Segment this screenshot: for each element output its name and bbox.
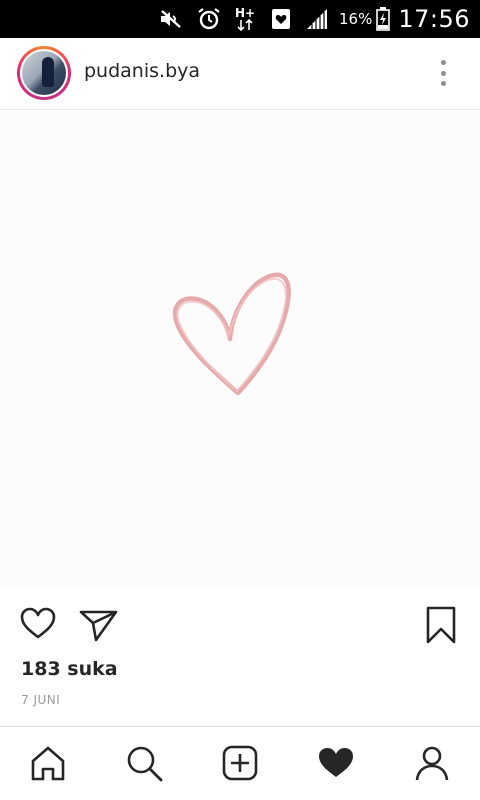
hplus-data-icon: H+ [235,0,257,38]
post-image[interactable] [0,111,480,586]
battery-percentage: 16% [338,10,373,28]
post-date: 7 JUNI [21,693,61,707]
activity-heart-icon [319,748,353,777]
nav-profile[interactable] [410,741,454,785]
clock: 17:56 [398,5,470,33]
svg-text:H+: H+ [235,6,255,20]
avatar-frame [20,49,68,97]
add-post-icon [222,745,258,781]
alarm-icon [197,0,221,38]
share-button[interactable] [78,604,120,644]
search-icon [127,746,163,782]
heart-outline-icon [20,607,56,639]
battery-icon [376,0,391,38]
likes-count[interactable]: 183 suka [21,658,118,680]
mute-icon [159,0,183,38]
save-button[interactable] [420,604,460,646]
nav-search[interactable] [122,741,166,785]
nav-add-post[interactable] [218,741,262,785]
avatar-figure [42,57,54,87]
status-bar: H+ 16% 17:56 [0,0,480,38]
home-icon [31,746,65,781]
nav-home[interactable] [26,741,70,785]
paper-plane-icon [79,610,118,642]
more-options-button[interactable] [430,56,456,90]
signal-icon [305,0,329,38]
profile-photo [22,51,66,95]
bookmark-icon [426,606,456,644]
more-dot [440,70,446,76]
like-button[interactable] [18,604,58,644]
more-dot [440,60,446,65]
username[interactable]: pudanis.bya [84,60,200,82]
notification-heart-icon [271,0,291,38]
post-header: pudanis.bya [0,38,480,110]
more-dot [440,81,446,86]
profile-icon [415,746,449,781]
nav-activity[interactable] [314,741,358,785]
post-actions [0,600,480,652]
hand-drawn-heart [172,272,291,396]
avatar[interactable] [17,46,71,100]
bottom-nav [0,726,480,800]
